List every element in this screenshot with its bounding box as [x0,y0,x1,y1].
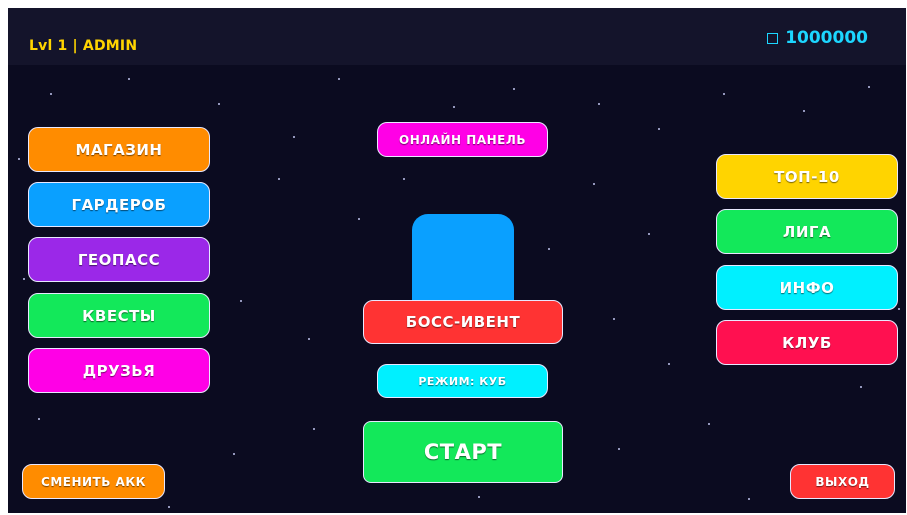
friends-button[interactable]: ДРУЗЬЯ [28,348,210,393]
top10-button[interactable]: ТОП-10 [716,154,898,199]
top-bar: Lvl 1 | ADMIN 1000000 [8,8,906,65]
league-button[interactable]: ЛИГА [716,209,898,254]
square-icon [767,32,779,44]
mode-button[interactable]: РЕЖИМ: КУБ [377,364,548,398]
game-screen: Lvl 1 | ADMIN 1000000 МАГАЗИН ГАРДЕРОБ Г… [8,8,906,513]
currency-display: 1000000 [767,28,868,48]
exit-button[interactable]: ВЫХОД [790,464,895,499]
start-button[interactable]: СТАРТ [363,421,563,483]
geopass-button[interactable]: ГЕОПАСС [28,237,210,282]
info-button[interactable]: ИНФО [716,265,898,310]
currency-value: 1000000 [785,28,868,48]
online-panel-button[interactable]: ОНЛАЙН ПАНЕЛЬ [377,122,548,157]
quests-button[interactable]: КВЕСТЫ [28,293,210,338]
wardrobe-button[interactable]: ГАРДЕРОБ [28,182,210,227]
shop-button[interactable]: МАГАЗИН [28,127,210,172]
switch-account-button[interactable]: СМЕНИТЬ АКК [22,464,165,499]
player-level-label: Lvl 1 | ADMIN [29,38,138,54]
boss-event-button[interactable]: БОСС-ИВЕНТ [363,300,563,344]
boss-figure [412,214,514,308]
club-button[interactable]: КЛУБ [716,320,898,365]
